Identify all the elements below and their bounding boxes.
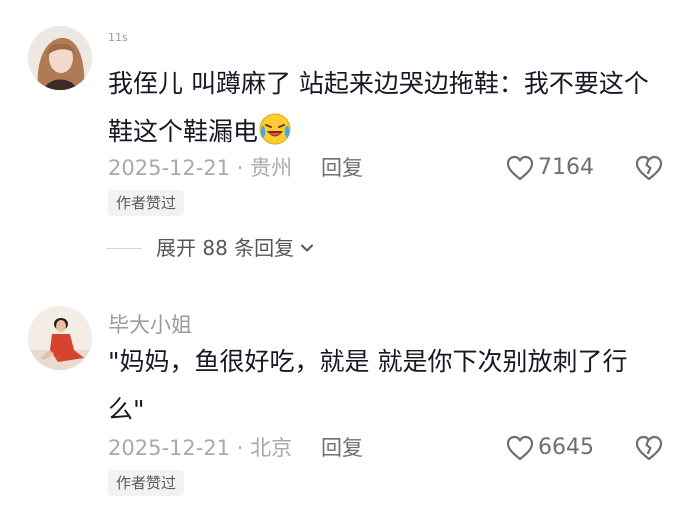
avatar[interactable] bbox=[28, 306, 92, 370]
like-count: 6645 bbox=[538, 435, 594, 460]
author-liked-badge: 作者赞过 bbox=[108, 190, 185, 216]
crying-laughing-emoji-icon bbox=[258, 112, 292, 146]
reply-button[interactable]: 回复 bbox=[321, 431, 363, 465]
reply-button[interactable]: 回复 bbox=[321, 151, 363, 185]
avatar[interactable] bbox=[28, 26, 92, 90]
heart-icon[interactable] bbox=[505, 153, 535, 183]
like-count: 7164 bbox=[538, 155, 594, 180]
expand-replies-button[interactable]: 展开 88 条回复 bbox=[106, 232, 314, 264]
expand-replies-label: 展开 88 条回复 bbox=[156, 236, 295, 260]
comment-author[interactable]: 11s bbox=[108, 31, 128, 44]
broken-heart-icon[interactable] bbox=[634, 153, 664, 183]
broken-heart-icon[interactable] bbox=[634, 433, 664, 463]
comment-author[interactable]: 毕大小姐 bbox=[108, 309, 192, 339]
heart-icon[interactable] bbox=[505, 433, 535, 463]
comment-date-location: 2025-12-21 · 北京 bbox=[108, 436, 293, 460]
chevron-down-icon bbox=[301, 244, 314, 252]
divider bbox=[106, 247, 142, 249]
comment-text-body: 我侄儿 叫蹲麻了 站起来边哭边拖鞋：我不要这个鞋这个鞋漏电 bbox=[108, 69, 649, 146]
comment-text: "妈妈，鱼很好吃，就是 就是你下次别放刺了行么" bbox=[108, 347, 628, 424]
comment-meta-row: 2025-12-21 · 北京 回复 6645 bbox=[108, 431, 668, 465]
author-liked-badge: 作者赞过 bbox=[108, 470, 185, 496]
comment-text: 我侄儿 叫蹲麻了 站起来边哭边拖鞋：我不要这个鞋这个鞋漏电 bbox=[108, 60, 656, 156]
comment-meta-row: 2025-12-21 · 贵州 回复 7164 bbox=[108, 151, 668, 185]
comment-date-location: 2025-12-21 · 贵州 bbox=[108, 156, 293, 180]
